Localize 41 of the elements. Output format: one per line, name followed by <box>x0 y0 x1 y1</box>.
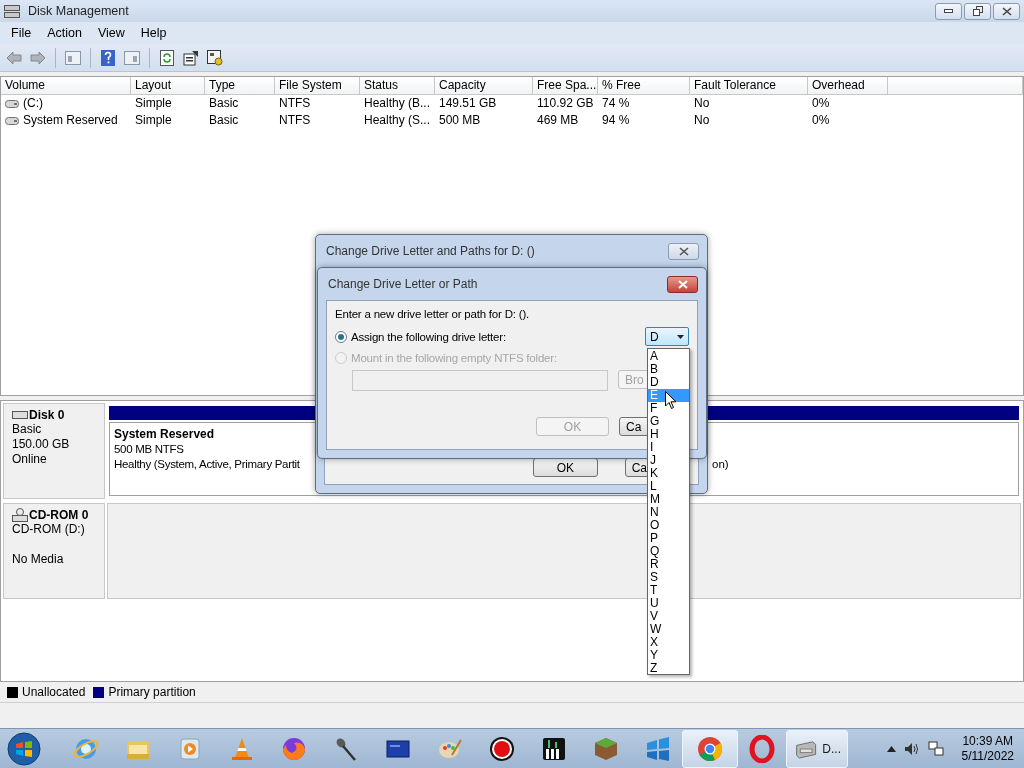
table-cell: System Reserved <box>23 112 118 129</box>
window-title: Disk Management <box>28 4 129 18</box>
clock-time: 10:39 AM <box>962 733 1014 749</box>
table-cell: Basic <box>209 112 239 129</box>
radio-label: Mount in the following empty NTFS folder: <box>351 352 557 364</box>
table-cell: Simple <box>135 112 172 129</box>
legend-label: Primary partition <box>108 685 196 699</box>
partition-size: 500 MB NTFS <box>114 442 184 457</box>
legend-label: Unallocated <box>22 685 86 699</box>
disk-info: Online <box>12 452 48 467</box>
table-cell: 94 % <box>602 112 630 129</box>
radio-label: Assign the following drive letter: <box>351 330 506 343</box>
table-cell: 0% <box>812 112 830 129</box>
disk-name: CD-ROM 0 <box>29 508 89 522</box>
dialog-title: Change Drive Letter and Paths for D: () <box>326 244 535 258</box>
dialog-prompt: Enter a new drive letter or path for D: (). <box>335 308 530 320</box>
partition-status: on) <box>712 457 729 472</box>
table-cell: NTFS <box>279 112 311 129</box>
table-cell: Healthy (B... <box>364 95 431 112</box>
table-cell: 500 MB <box>439 112 481 129</box>
table-cell: Basic <box>209 95 239 112</box>
disk-info: CD-ROM (D:) <box>12 522 86 537</box>
clock-date: 5/11/2022 <box>961 748 1014 764</box>
table-cell: 110.92 GB <box>537 95 594 112</box>
table-cell: Healthy (S... <box>364 112 431 129</box>
partition-status: Healthy (System, Active, Primary Partit <box>114 457 300 472</box>
partition-name: System Reserved <box>114 427 215 442</box>
table-cell: No <box>694 112 710 129</box>
table-cell: (C:) <box>23 95 43 112</box>
disk-info: 150.00 GB <box>12 437 71 452</box>
table-cell: No <box>694 95 710 112</box>
disk-name: Disk 0 <box>29 408 65 422</box>
disk-info: Basic <box>12 422 43 437</box>
table-cell: 0% <box>812 95 830 112</box>
table-cell: Simple <box>135 95 172 112</box>
table-cell: 74 % <box>602 95 630 112</box>
table-cell: NTFS <box>279 95 311 112</box>
disk-info: No Media <box>12 552 65 567</box>
table-cell: 149.51 GB <box>439 95 497 112</box>
dialog-title: Change Drive Letter or Path <box>328 277 478 291</box>
table-cell: 469 MB <box>537 112 579 129</box>
